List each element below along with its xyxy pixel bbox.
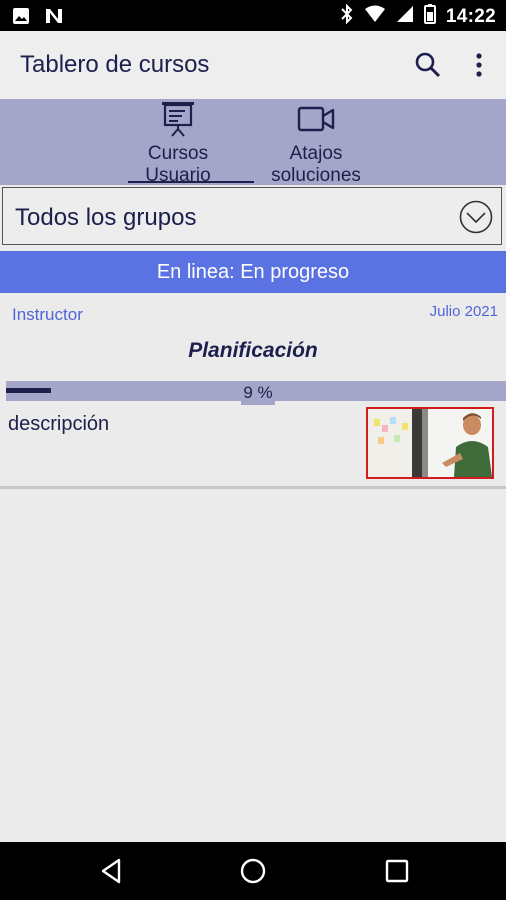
video-camera-icon xyxy=(241,99,391,139)
course-title: Planificación xyxy=(188,339,318,362)
recents-icon[interactable] xyxy=(382,856,412,886)
system-nav-bar xyxy=(0,842,506,900)
tab-cursos-usuario[interactable]: Cursos Usuario xyxy=(103,99,254,186)
chevron-down-circle-icon[interactable] xyxy=(459,200,493,234)
bluetooth-icon xyxy=(340,3,354,29)
status-bar: 14:22 xyxy=(0,0,506,31)
group-dropdown[interactable]: Todos los grupos xyxy=(2,187,502,245)
more-vert-icon[interactable] xyxy=(468,51,490,79)
group-dropdown-value: Todos los grupos xyxy=(15,204,197,231)
card-divider xyxy=(0,486,506,489)
progress-fill xyxy=(6,388,51,393)
course-description: descripción xyxy=(8,413,110,435)
search-icon[interactable] xyxy=(414,51,442,79)
tab-label-line2: soluciones xyxy=(271,165,361,186)
signal-icon xyxy=(396,5,414,28)
back-icon[interactable] xyxy=(97,856,127,886)
course-thumbnail[interactable] xyxy=(366,407,494,479)
presentation-icon xyxy=(103,99,253,139)
status-banner: En linea: En progreso xyxy=(0,251,506,293)
course-progress-bar: 9 % xyxy=(6,381,506,405)
image-icon xyxy=(12,7,30,30)
tab-label-line1: Atajos xyxy=(289,143,343,164)
wifi-icon xyxy=(364,5,386,28)
course-instructor[interactable]: Instructor xyxy=(12,305,83,325)
tab-label-line1: Cursos xyxy=(147,143,209,164)
page-title: Tablero de cursos xyxy=(20,51,210,78)
app-bar: Tablero de cursos xyxy=(0,31,506,99)
battery-icon xyxy=(423,4,436,29)
n-logo-icon xyxy=(44,7,64,30)
tab-selected-indicator xyxy=(128,181,254,183)
tab-label-line2: Usuario xyxy=(145,165,211,186)
course-card[interactable]: Instructor Julio 2021 Planificación 9 % … xyxy=(0,297,506,489)
progress-label: 9 % xyxy=(241,381,275,405)
clock: 14:22 xyxy=(445,5,496,27)
home-icon[interactable] xyxy=(238,856,268,886)
tab-atajos-soluciones[interactable]: Atajos soluciones xyxy=(241,99,391,186)
course-date: Julio 2021 xyxy=(429,303,498,320)
tab-bar: Cursos Usuario Atajos soluciones xyxy=(0,99,506,186)
